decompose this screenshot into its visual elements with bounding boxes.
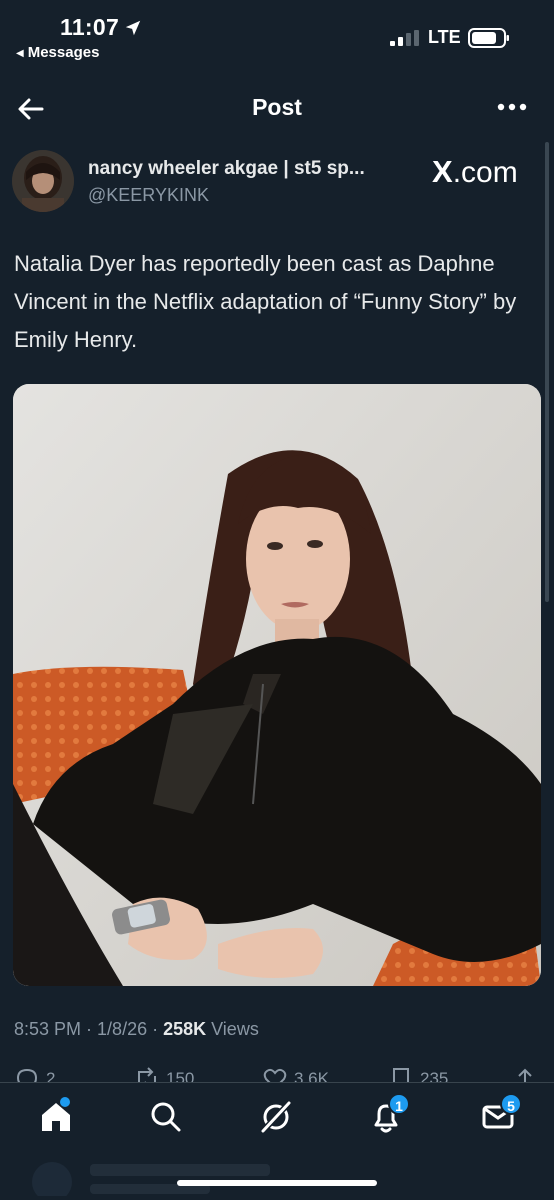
messages-badge: 5: [500, 1093, 522, 1115]
grok-icon: [261, 1101, 291, 1133]
status-bar: 11:07 ◀ Messages LTE: [0, 0, 554, 72]
tab-search[interactable]: [148, 1099, 188, 1139]
x-logo: X: [432, 154, 453, 189]
home-indicator[interactable]: [177, 1180, 377, 1186]
scrollbar-thumb[interactable]: [545, 142, 549, 602]
post-date: 1/8/26: [97, 1019, 148, 1039]
reply-preview-ghost: [32, 1162, 270, 1196]
tab-notifications[interactable]: 1: [368, 1093, 410, 1139]
post-time: 8:53 PM: [14, 1019, 82, 1039]
tab-grok[interactable]: [258, 1099, 298, 1139]
more-options-icon[interactable]: [494, 92, 530, 122]
meta-separator: ·: [81, 1019, 98, 1039]
search-icon: [151, 1102, 181, 1132]
views-label: Views: [206, 1019, 259, 1039]
back-triangle-icon: ◀: [16, 48, 24, 59]
tweet-text: Natalia Dyer has reportedly been cast as…: [14, 251, 517, 352]
avatar-image: [12, 150, 74, 212]
source-domain: .com: [452, 156, 518, 189]
signal-icon: [390, 30, 419, 46]
photo-illustration: [13, 384, 541, 986]
post-meta: 8:53 PM · 1/8/26 · 258K Views: [14, 1019, 259, 1040]
screen: 11:07 ◀ Messages LTE Post nancy wheeler …: [0, 0, 554, 1200]
author-handle[interactable]: @KEERYKINK: [88, 185, 209, 206]
author-avatar[interactable]: [12, 150, 74, 212]
back-app-label: Messages: [27, 44, 100, 61]
status-time: 11:07: [60, 14, 120, 40]
author-name[interactable]: nancy wheeler akgae | st5 sp...: [88, 158, 365, 180]
post-header: Post: [0, 80, 554, 136]
back-to-messages-link[interactable]: ◀ Messages: [16, 44, 99, 61]
tab-messages[interactable]: 5: [480, 1093, 522, 1139]
tab-home[interactable]: [38, 1097, 78, 1139]
network-label: LTE: [428, 27, 461, 47]
home-unread-dot: [60, 1097, 70, 1107]
location-arrow-icon: [125, 20, 141, 36]
views-count[interactable]: 258K: [163, 1019, 206, 1039]
page-title: Post: [252, 94, 302, 120]
meta-separator: ·: [147, 1019, 164, 1039]
battery-icon: [468, 28, 509, 48]
tweet-photo[interactable]: [13, 384, 541, 986]
notifications-badge: 1: [388, 1093, 410, 1115]
source-watermark: X.com: [432, 154, 518, 190]
